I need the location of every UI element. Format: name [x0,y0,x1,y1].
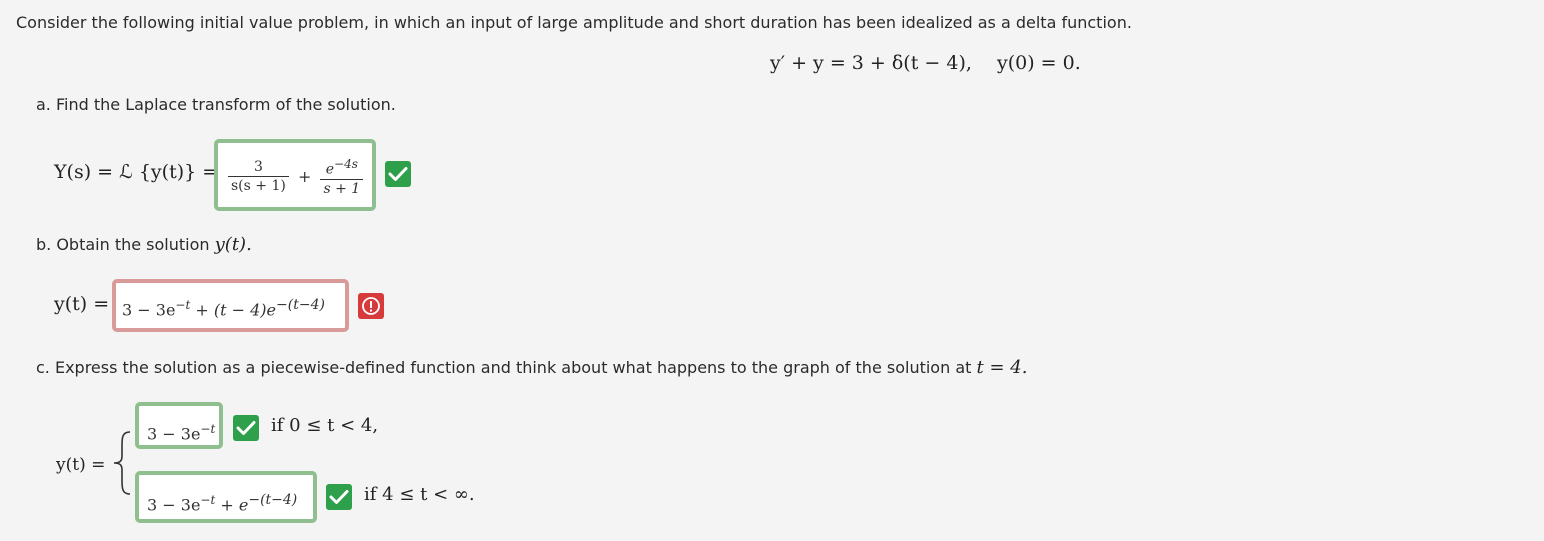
part-c-prompt-text: c. Express the solution as a piecewise-d… [36,358,977,377]
part-c-piece1-answer: 3 − 3e−t [147,422,215,443]
check-icon [236,421,256,435]
part-b-lhs: y(t) = [54,293,110,315]
part-a-lhs: Y(s) = ℒ {y(t)} = [54,161,219,183]
fraction-term1: 3 s(s + 1) [228,158,289,195]
check-icon [329,490,349,504]
part-c-prompt: c. Express the solution as a piecewise-d… [36,357,1027,378]
part-a-correct-badge [385,161,411,187]
part-c-piece2-correct-badge [326,484,352,510]
term2-numerator-base: e [325,161,335,178]
ivp-equation: y′ + y = 3 + δ(t − 4), [770,52,972,74]
part-c-lhs: y(t) = [56,455,106,475]
fraction-term2: e−4s s + 1 [320,155,364,198]
part-c-piece2-answer: 3 − 3e−t + e−(t−4) [147,492,297,514]
part-b-answer-term2: + (t − 4)e [190,300,277,320]
problem-intro: Consider the following initial value pro… [16,13,1132,32]
piece1-exponent: −t [200,422,216,436]
part-c-piece1-condition: if 0 ≤ t < 4, [271,415,379,436]
part-b-answer-term1: 3 − 3e [122,300,176,320]
ivp-initial-condition: y(0) = 0. [997,52,1081,74]
exclamation-icon [362,297,380,315]
part-b-prompt-math: y(t). [214,234,252,255]
term2-numerator-exponent: −4s [334,157,358,171]
term2-numerator: e−4s [320,155,363,179]
part-c-prompt-math: t = 4. [976,357,1028,378]
piece2-mid: + e [215,495,249,515]
term1-denominator: s(s + 1) [228,175,289,195]
part-b-answer: 3 − 3e−t + (t − 4)e−(t−4) [122,297,325,319]
piece2-exponent: −t [200,493,216,507]
piecewise-brace [113,431,131,495]
part-b-answer-box[interactable]: 3 − 3e−t + (t − 4)e−(t−4) [112,279,349,332]
part-b-incorrect-badge [358,293,384,319]
piece1-base: 3 − 3e [147,424,201,444]
term2-denominator: s + 1 [320,178,364,198]
part-a-answer: 3 s(s + 1) + e−4s s + 1 [228,155,364,198]
part-b-answer-exp2: −(t−4) [276,297,325,313]
check-icon [388,167,408,181]
part-c-piece1-answer-box[interactable]: 3 − 3e−t [135,402,223,449]
part-c-piece2-condition: if 4 ≤ t < ∞. [364,484,475,505]
part-a-answer-box[interactable]: 3 s(s + 1) + e−4s s + 1 [214,139,376,211]
part-c-piece2-answer-box[interactable]: 3 − 3e−t + e−(t−4) [135,471,317,523]
part-b-prompt-text: b. Obtain the solution [36,235,215,254]
term1-numerator: 3 [253,158,263,175]
piece2-base: 3 − 3e [147,495,201,515]
part-a-prompt: a. Find the Laplace transform of the sol… [36,95,396,114]
plus-sign: + [297,166,312,186]
part-b-answer-exp1: −t [175,298,191,312]
part-b-prompt: b. Obtain the solution y(t). [36,234,252,255]
piece2-exponent2: −(t−4) [248,492,298,508]
part-c-piece1-correct-badge [233,415,259,441]
